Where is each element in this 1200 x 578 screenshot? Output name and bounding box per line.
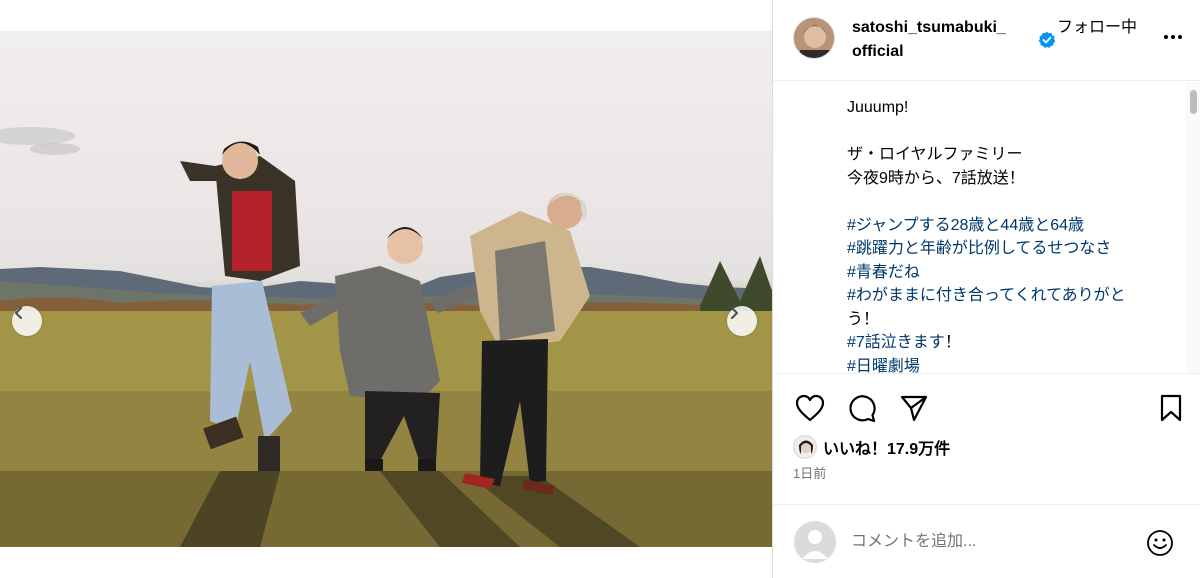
comment-bar: [773, 504, 1200, 578]
like-button[interactable]: [792, 390, 828, 426]
following-button[interactable]: フォロー中: [1057, 16, 1137, 40]
caption-line: ザ・ロイヤルファミリー: [847, 146, 1023, 163]
caption-hashtag-line: #わがままに付き合ってくれてありがと: [847, 284, 1163, 308]
hashtag-link[interactable]: #日曜劇場: [847, 358, 920, 374]
post-timestamp[interactable]: 1日前: [793, 463, 826, 482]
caption-scrollbar-thumb[interactable]: [1190, 90, 1197, 114]
hashtag-link[interactable]: #7話泣きます: [847, 334, 945, 351]
likes-count: いいね！17.9万件: [823, 441, 951, 458]
liker-avatar: [793, 435, 817, 459]
caption-hashtag-line: #7話泣きます！: [847, 331, 1163, 355]
verified-badge-icon: [1038, 31, 1056, 48]
next-photo-button[interactable]: [727, 306, 757, 336]
action-bar: [773, 390, 1200, 430]
default-avatar-icon: [794, 521, 836, 563]
hashtag-link[interactable]: #跳躍力と年齢が比例してるせつなさ: [847, 240, 1111, 257]
caption-line: [847, 120, 1163, 144]
share-button[interactable]: [896, 390, 932, 426]
caption-hashtag-line: #青春だね: [847, 261, 1163, 285]
caption-line: [847, 190, 1163, 214]
post-panel: satoshi_tsumabuki_ official フォロー中 Juuump…: [772, 0, 1200, 578]
chevron-right-icon: [731, 307, 738, 319]
comment-button[interactable]: [844, 390, 880, 426]
caption-area: Juuump! ザ・ロイヤルファミリー 今夜9時から、7話放送！ #ジャンプする28歳…: [773, 82, 1200, 374]
heart-icon: [795, 394, 825, 422]
liker-avatar-image: [794, 436, 816, 458]
caption-suffix: ！: [944, 334, 961, 351]
hashtag-link[interactable]: #わがままに付き合ってくれてありがと: [847, 287, 1126, 304]
comment-icon: [849, 395, 876, 423]
likes-row[interactable]: いいね！17.9万件: [793, 434, 950, 460]
previous-photo-button[interactable]: [12, 306, 42, 336]
hashtag-link[interactable]: #青春だね: [847, 264, 920, 281]
hashtag-link[interactable]: #ジャンプする28歳と44歳と64歳: [847, 217, 1084, 234]
username-line-1: satoshi_tsumabuki_: [852, 19, 1006, 36]
post-header: satoshi_tsumabuki_ official フォロー中: [773, 0, 1200, 81]
author-username[interactable]: satoshi_tsumabuki_ official: [852, 16, 1032, 64]
emoji-icon[interactable]: [1145, 528, 1175, 558]
bookmark-icon: [1160, 394, 1182, 422]
post-photo[interactable]: [0, 31, 772, 547]
caption-hashtag-line: #ジャンプする28歳と44歳と64歳: [847, 214, 1163, 238]
caption-line: Juuump!: [847, 99, 909, 116]
send-icon: [900, 395, 928, 422]
avatar-image: [794, 18, 834, 58]
save-button[interactable]: [1153, 390, 1189, 426]
current-user-avatar: [794, 521, 836, 563]
caption-line: う！: [847, 310, 880, 328]
caption-hashtag-line: #跳躍力と年齢が比例してるせつなさ: [847, 237, 1163, 261]
author-avatar[interactable]: [793, 17, 835, 59]
username-line-2: official: [852, 43, 904, 60]
post-media: [0, 0, 772, 578]
caption-scrollbar-track[interactable]: [1186, 82, 1200, 373]
caption-line: 今夜9時から、7話放送！: [847, 169, 1025, 187]
comment-input[interactable]: [851, 530, 1131, 554]
more-horizontal-icon[interactable]: [1162, 26, 1184, 48]
photo-scene: [0, 127, 772, 547]
chevron-left-icon: [15, 307, 22, 319]
caption-text: Juuump! ザ・ロイヤルファミリー 今夜9時から、7話放送！ #ジャンプする28歳…: [847, 96, 1163, 374]
caption-hashtag-line: #日曜劇場: [847, 355, 1163, 374]
